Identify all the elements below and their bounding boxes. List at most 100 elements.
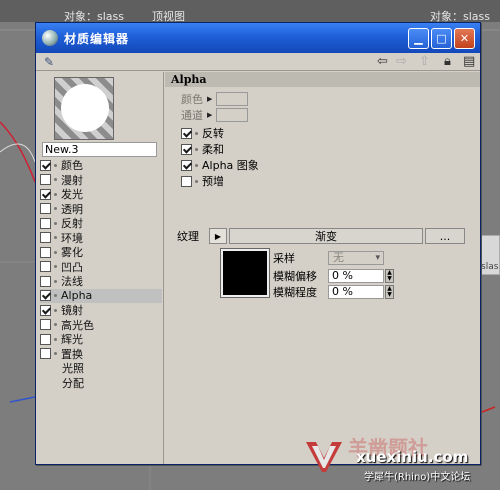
color-row: 颜色 ▶ [181, 91, 249, 107]
alpha-option[interactable]: 预增 [181, 173, 224, 189]
texture-name-button[interactable]: 渐变 [229, 228, 423, 244]
alpha-option[interactable]: 柔和 [181, 141, 224, 157]
bullet-icon [195, 147, 198, 151]
close-button[interactable]: ✕ [454, 27, 475, 49]
channel-item[interactable]: 高光色 [40, 318, 162, 333]
texture-more-button[interactable]: ... [425, 228, 465, 244]
channel-checkbox[interactable] [40, 348, 51, 360]
channel-item[interactable]: 法线 [40, 274, 162, 289]
bullet-icon [54, 294, 57, 298]
channel-checkbox[interactable] [40, 261, 51, 273]
forward-arrow-icon[interactable]: ⇨ [396, 54, 407, 69]
channel-item[interactable]: 镜射 [40, 303, 162, 318]
blur-amount-label: 模糊程度 [273, 286, 317, 299]
bullet-icon [54, 221, 57, 225]
up-arrow-icon[interactable]: ⇧ [419, 54, 430, 69]
material-ball-icon [42, 30, 58, 46]
sample-select[interactable]: 无 [328, 251, 384, 265]
maximize-button[interactable]: □ [431, 27, 452, 49]
blur-amount-input[interactable]: 0 % [328, 285, 384, 299]
channel-item[interactable]: 凹凸 [40, 260, 162, 275]
channel-swatch[interactable] [216, 108, 249, 122]
option-label: Alpha 图象 [202, 159, 259, 172]
option-checkbox[interactable] [181, 175, 192, 187]
channel-label: 分配 [62, 376, 84, 390]
material-preview-sphere [61, 84, 109, 132]
channel-item[interactable]: 分配 [40, 376, 162, 391]
channel-item[interactable]: 雾化 [40, 245, 162, 260]
channel-item[interactable]: Alpha [40, 288, 162, 303]
channel-checkbox[interactable] [40, 246, 51, 258]
channel-checkbox[interactable] [40, 333, 51, 345]
option-label: 反转 [202, 127, 224, 140]
color-arrow-icon[interactable]: ▶ [207, 95, 212, 103]
channel-arrow-icon[interactable]: ▶ [207, 111, 212, 119]
channel-checkbox[interactable] [40, 188, 51, 200]
channel-panel: New.3 颜色 漫射 发光 透明 反射 环境 雾化 凹凸 法线 Alpha 镜射 高光色 辉光 置换 光照… [36, 72, 164, 464]
dialog-titlebar[interactable]: 材质编辑器 ▁ □ ✕ [36, 23, 480, 53]
material-name-field[interactable]: New.3 [42, 142, 157, 157]
channel-checkbox[interactable] [40, 217, 51, 229]
back-arrow-icon[interactable]: ⇦ [377, 54, 388, 69]
channel-checkbox[interactable] [40, 290, 51, 302]
channel-checkbox[interactable] [40, 203, 51, 215]
channel-checkbox[interactable] [40, 159, 51, 171]
bullet-icon [54, 236, 57, 240]
alpha-option[interactable]: Alpha 图象 [181, 157, 259, 173]
channel-item[interactable]: 漫射 [40, 173, 162, 188]
alpha-option[interactable]: 反转 [181, 125, 224, 141]
bullet-icon [54, 352, 57, 356]
color-label: 颜色 [181, 93, 203, 106]
material-preview[interactable] [54, 77, 114, 140]
viewport-header: 对象：slass 顶视图 对象：slass [0, 0, 500, 23]
dialog-title: 材质编辑器 [64, 31, 130, 46]
blur-amount-stepper[interactable]: ▲ ▼ [385, 285, 394, 299]
channel-item[interactable]: 颜色 [40, 158, 162, 173]
channel-list: 颜色 漫射 发光 透明 反射 环境 雾化 凹凸 法线 Alpha 镜射 高光色 辉光 置换 光照 分配 [40, 158, 162, 390]
bullet-icon [54, 308, 57, 312]
minimize-button[interactable]: ▁ [408, 27, 429, 49]
pin-icon[interactable]: ✎ [44, 55, 54, 69]
channel-item[interactable]: 发光 [40, 187, 162, 202]
bullet-icon [54, 207, 57, 211]
blur-offset-input[interactable]: 0 % [328, 269, 384, 283]
channel-checkbox[interactable] [40, 275, 51, 287]
option-checkbox[interactable] [181, 159, 192, 171]
sample-row: 采样 无 [273, 250, 384, 266]
channel-checkbox[interactable] [40, 232, 51, 244]
channel-checkbox[interactable] [40, 174, 51, 186]
texture-arrow-button[interactable]: ▶ [209, 228, 227, 244]
channel-item[interactable]: 置换 [40, 347, 162, 362]
section-title: Alpha [165, 72, 480, 87]
sample-label: 采样 [273, 252, 295, 265]
channel-item[interactable]: 辉光 [40, 332, 162, 347]
channel-item[interactable]: 透明 [40, 202, 162, 217]
material-editor-dialog[interactable]: 材质编辑器 ▁ □ ✕ ✎ ⇦ ⇨ ⇧ 🔒︎ ▤ New.3 颜色 漫射 发光 透明反… [35, 22, 481, 465]
editor-toolbar: ✎ ⇦ ⇨ ⇧ 🔒︎ ▤ [36, 53, 480, 71]
color-swatch[interactable] [216, 92, 249, 106]
bullet-icon [195, 179, 198, 183]
bullet-icon [54, 178, 57, 182]
bullet-icon [195, 131, 198, 135]
bullet-icon [54, 192, 57, 196]
alpha-settings-panel: Alpha 颜色 ▶ 通道 ▶ 反转 柔和 Alpha 图象 预增 纹理 ▶ 渐变 .… [165, 72, 480, 464]
channel-item[interactable]: 光照 [40, 361, 162, 376]
texture-label: 纹理 [177, 230, 199, 243]
option-checkbox[interactable] [181, 127, 192, 139]
channel-item[interactable]: 环境 [40, 231, 162, 246]
texture-row: 纹理 ▶ 渐变 ... [177, 228, 465, 244]
watermark: 羊凿题社 xuexiniu.com 学犀牛(Rhino)中文论坛 [304, 432, 494, 483]
bullet-icon [54, 163, 57, 167]
blur-offset-stepper[interactable]: ▲ ▼ [385, 269, 394, 283]
channel-checkbox[interactable] [40, 319, 51, 331]
channel-label: Alpha [61, 289, 93, 303]
channel-checkbox[interactable] [40, 304, 51, 316]
layout-icon[interactable]: ▤ [463, 54, 475, 69]
lock-icon[interactable]: 🔒︎ [444, 54, 451, 69]
option-label: 预增 [202, 175, 224, 188]
viewport-side-label: slas [481, 262, 499, 272]
channel-item[interactable]: 反射 [40, 216, 162, 231]
blur-offset-label: 模糊偏移 [273, 270, 317, 283]
bullet-icon [54, 250, 57, 254]
option-checkbox[interactable] [181, 143, 192, 155]
